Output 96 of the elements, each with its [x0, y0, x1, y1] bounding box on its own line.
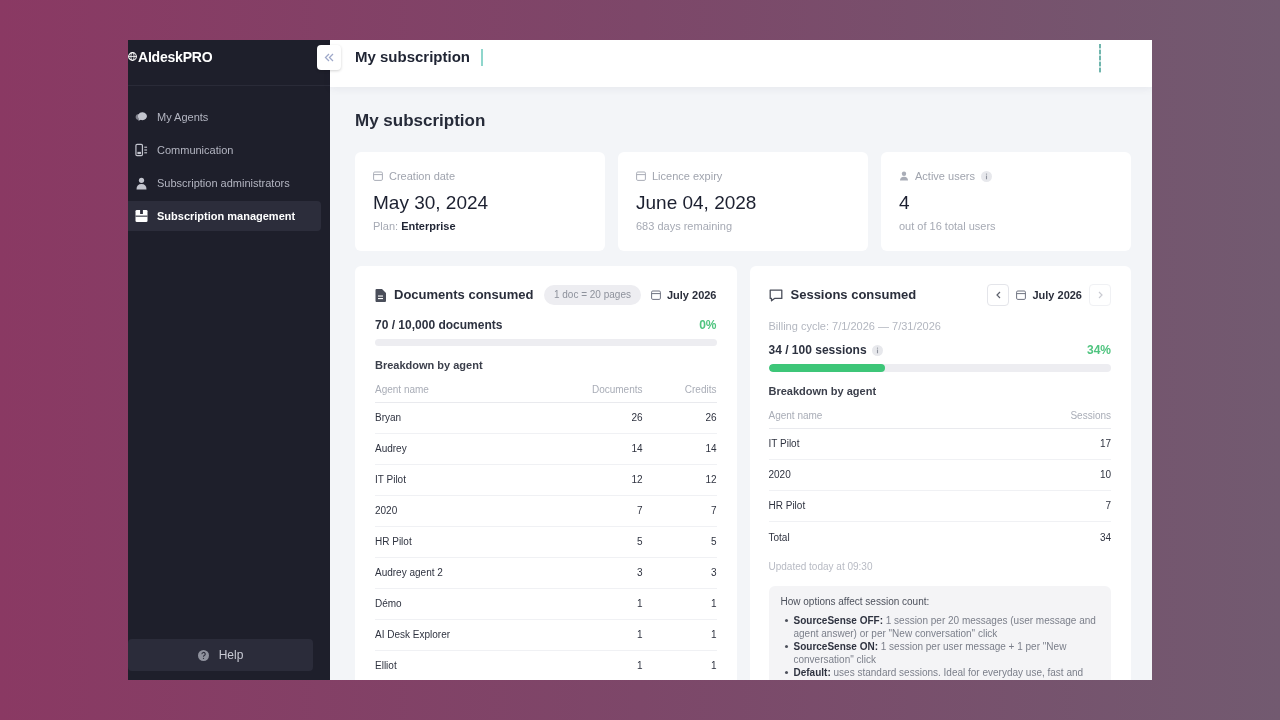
usage-text: 70 / 10,000 documents — [375, 318, 503, 332]
month-label: July 2026 — [1032, 288, 1082, 302]
nav-item[interactable]: Subscription administrators — [128, 168, 321, 198]
stat-value: May 30, 2024 — [373, 191, 489, 215]
section-label: Breakdown by agent — [375, 358, 483, 372]
section-label: Breakdown by agent — [768, 384, 877, 398]
table-cell: 2020 — [375, 505, 398, 517]
updated-text: Updated today at 09:30 — [768, 560, 873, 574]
chat-bubbles-icon — [135, 111, 148, 123]
document-icon — [375, 288, 386, 302]
person-icon — [899, 171, 909, 181]
chat-icon — [768, 288, 783, 302]
bullet-icon — [784, 671, 788, 674]
usage-percent: 34% — [1086, 343, 1111, 357]
table-cell: 1 — [636, 629, 643, 641]
card-title: Sessions consumed — [790, 287, 917, 303]
usage-percent: 0% — [699, 318, 717, 332]
person-icon — [135, 176, 148, 190]
table-cell: 1 — [710, 660, 717, 672]
nav-item[interactable]: My Agents — [128, 102, 321, 132]
box-icon — [135, 210, 148, 222]
table-cell: 26 — [631, 412, 643, 424]
double-chevron-left-icon — [324, 53, 334, 62]
card-title: Documents consumed — [394, 287, 534, 303]
table-cell: 7 — [636, 505, 643, 517]
stat-note: out of 16 total users — [899, 219, 996, 233]
table-cell: Bryan — [375, 412, 402, 424]
collapse-button[interactable] — [317, 45, 341, 70]
table-cell: Audrey — [375, 443, 407, 455]
column-header: Documents — [591, 383, 643, 396]
calendar-icon — [650, 290, 661, 300]
chevron-left-icon — [995, 291, 1001, 299]
table-cell: 1 — [710, 629, 717, 641]
stat-label: Licence expiry — [652, 169, 723, 183]
table-cell: 7 — [710, 505, 717, 517]
stat-value: June 04, 2028 — [636, 191, 757, 215]
column-header: Credits — [684, 383, 717, 396]
stat-label: Creation date — [389, 169, 456, 183]
help-button[interactable]: Help — [128, 639, 313, 671]
table-cell: HR Pilot — [375, 536, 412, 548]
info-item: SourceSense OFF: 1 session per 20 messages (user message and agent answer) or per "New conversation" click — [793, 614, 1097, 640]
month-label: July 2026 — [666, 288, 717, 302]
device-lines-icon — [135, 143, 148, 157]
table-cell: 5 — [636, 536, 643, 548]
table-cell: 12 — [705, 474, 717, 486]
info-item: Default: uses standard sessions. Ideal for everyday use, fast and — [793, 666, 1084, 679]
table-cell: 34 — [1099, 531, 1111, 544]
table-cell: 12 — [631, 474, 643, 486]
table-cell: AI Desk Explorer — [375, 629, 451, 641]
bullet-icon — [784, 645, 788, 648]
table-cell: 14 — [631, 443, 643, 455]
previous-month-button[interactable] — [987, 284, 1010, 306]
info-icon — [871, 344, 883, 356]
usage-text: 34 / 100 sessions — [768, 343, 867, 357]
billing-cycle: Billing cycle: 7/1/2026 — 7/31/2026 — [768, 319, 941, 333]
nav-item[interactable]: Communication — [128, 135, 321, 165]
table-cell: 10 — [1099, 469, 1111, 481]
table-cell: Elliot — [375, 660, 397, 672]
table-cell: 17 — [1099, 438, 1111, 450]
column-header: Agent name — [768, 409, 823, 422]
table-cell: Audrey agent 2 — [375, 567, 443, 579]
table-cell: 26 — [705, 412, 717, 424]
chevron-right-icon — [1097, 291, 1103, 299]
table-cell: 5 — [710, 536, 717, 548]
page-title: My subscription — [355, 111, 486, 131]
info-title: How options affect session count: — [780, 595, 931, 608]
info-icon — [980, 170, 992, 182]
column-header: Sessions — [1070, 409, 1111, 422]
table-cell: IT Pilot — [375, 474, 406, 486]
table-cell: Total — [768, 531, 790, 544]
stat-note: Plan: Enterprise — [373, 219, 456, 233]
stat-note: 683 days remaining — [636, 219, 732, 233]
column-header: Agent name — [375, 383, 429, 396]
globe-icon — [128, 52, 137, 61]
table-cell: 1 — [710, 598, 717, 610]
unit-badge: 1 doc = 20 pages — [543, 285, 641, 305]
help-icon — [197, 649, 209, 661]
stat-value: 4 — [899, 191, 910, 215]
table-cell: IT Pilot — [768, 438, 800, 450]
table-cell: 7 — [1105, 500, 1111, 512]
table-cell: HR Pilot — [768, 500, 806, 512]
table-cell: 2020 — [768, 469, 791, 481]
header-title: My subscription — [355, 48, 470, 66]
bullet-icon — [784, 619, 788, 622]
table-cell: 3 — [710, 567, 717, 579]
table-cell: 3 — [636, 567, 643, 579]
table-cell: Démo — [375, 598, 402, 610]
calendar-icon — [373, 171, 383, 181]
table-cell: 14 — [705, 443, 717, 455]
calendar-icon — [636, 171, 646, 181]
table-cell: 1 — [636, 660, 643, 672]
nav-item[interactable]: Subscription management — [128, 201, 321, 231]
calendar-icon — [1016, 290, 1027, 300]
table-cell: 1 — [636, 598, 643, 610]
stat-label: Active users — [915, 169, 975, 183]
logo-text: AIdeskPRO — [138, 48, 213, 65]
